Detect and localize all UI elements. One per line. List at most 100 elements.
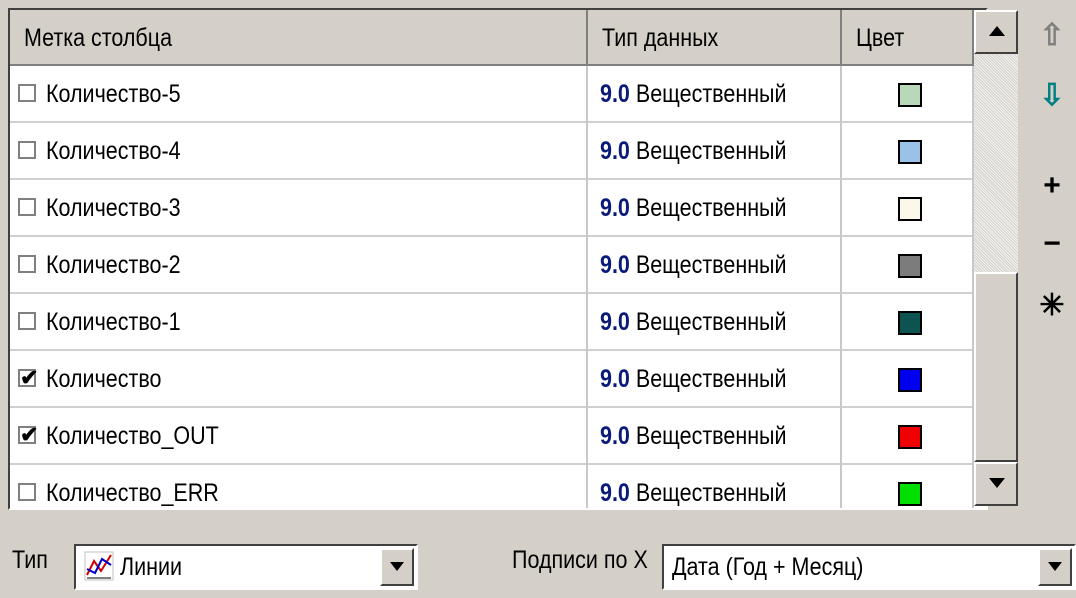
chart-type-select[interactable]: Линии <box>74 544 418 590</box>
scroll-down-button[interactable] <box>974 462 1018 506</box>
type-cell[interactable]: 9.0 Вещественный <box>588 180 842 237</box>
row-type: 9.0 Вещественный <box>600 180 787 237</box>
color-swatch[interactable] <box>898 254 922 278</box>
grid-header: Метка столбца Тип данных Цвет <box>10 10 986 66</box>
type-cell[interactable]: 9.0 Вещественный <box>588 66 842 123</box>
label-cell[interactable]: Количество-1 <box>10 294 588 351</box>
type-number: 9.0 <box>600 422 630 450</box>
label-cell[interactable]: ✔ Количество_OUT <box>10 408 588 465</box>
type-cell[interactable]: 9.0 Вещественный <box>588 294 842 351</box>
type-number: 9.0 <box>600 80 630 108</box>
column-header-type-text: Тип данных <box>602 24 719 52</box>
type-number: 9.0 <box>600 137 630 165</box>
color-swatch[interactable] <box>898 311 922 335</box>
add-icon[interactable]: + <box>1036 170 1068 202</box>
row-label: Количество_ERR <box>46 479 219 507</box>
color-cell[interactable] <box>842 180 974 237</box>
row-label: Количество-4 <box>46 137 181 165</box>
row-checkbox[interactable]: ✔ <box>18 365 38 390</box>
table-row[interactable]: ✔ Количество_OUT 9.0 Вещественный <box>10 408 986 465</box>
color-swatch[interactable] <box>898 83 922 107</box>
row-label: Количество-3 <box>46 194 181 222</box>
arrow-up-icon <box>989 26 1005 36</box>
color-cell[interactable] <box>842 351 974 408</box>
column-header-color-text: Цвет <box>856 24 905 52</box>
type-number: 9.0 <box>600 479 630 507</box>
color-cell[interactable] <box>842 66 974 123</box>
table-row[interactable]: Количество-3 9.0 Вещественный <box>10 180 986 237</box>
column-grid: Метка столбца Тип данных Цвет Количество… <box>8 8 988 510</box>
color-swatch[interactable] <box>898 425 922 449</box>
color-cell[interactable] <box>842 237 974 294</box>
type-cell[interactable]: 9.0 Вещественный <box>588 465 842 508</box>
color-swatch[interactable] <box>898 140 922 164</box>
row-checkbox[interactable] <box>18 141 36 159</box>
remove-icon[interactable]: − <box>1036 228 1068 260</box>
type-cell[interactable]: 9.0 Вещественный <box>588 408 842 465</box>
row-label: Количество-2 <box>46 251 181 279</box>
column-header-type[interactable]: Тип данных <box>588 10 842 66</box>
column-header-color[interactable]: Цвет <box>842 10 974 66</box>
type-number: 9.0 <box>600 251 630 279</box>
row-checkbox[interactable] <box>18 84 36 102</box>
type-cell[interactable]: 9.0 Вещественный <box>588 123 842 180</box>
chevron-down-icon <box>390 562 404 571</box>
row-checkbox[interactable] <box>18 483 36 501</box>
column-header-label[interactable]: Метка столбца <box>10 10 588 66</box>
table-row[interactable]: Количество-4 9.0 Вещественный <box>10 123 986 180</box>
scroll-track[interactable] <box>974 54 1018 272</box>
color-cell[interactable] <box>842 408 974 465</box>
table-row[interactable]: Количество-5 9.0 Вещественный <box>10 66 986 123</box>
label-cell[interactable]: Количество-5 <box>10 66 588 123</box>
move-up-icon[interactable]: ⇧ <box>1036 20 1068 52</box>
type-cell[interactable]: 9.0 Вещественный <box>588 237 842 294</box>
type-cell[interactable]: 9.0 Вещественный <box>588 351 842 408</box>
label-cell[interactable]: Количество-4 <box>10 123 588 180</box>
chart-type-dropdown-button[interactable] <box>380 548 414 586</box>
label-cell[interactable]: ✔ Количество <box>10 351 588 408</box>
xlabels-select[interactable]: Дата (Год + Месяц) <box>662 544 1076 590</box>
xlabels-value: Дата (Год + Месяц) <box>672 553 864 581</box>
row-type: 9.0 Вещественный <box>600 237 787 294</box>
color-swatch[interactable] <box>898 197 922 221</box>
row-checkbox[interactable] <box>18 255 36 273</box>
label-cell[interactable]: Количество-2 <box>10 237 588 294</box>
line-chart-icon <box>84 551 114 581</box>
row-type: 9.0 Вещественный <box>600 294 787 351</box>
row-checkbox[interactable] <box>18 198 36 216</box>
scroll-up-button[interactable] <box>974 10 1018 54</box>
table-row[interactable]: ✔ Количество 9.0 Вещественный <box>10 351 986 408</box>
vertical-scrollbar[interactable] <box>974 10 1020 508</box>
row-checkbox[interactable]: ✔ <box>18 422 38 447</box>
color-cell[interactable] <box>842 294 974 351</box>
type-text: Вещественный <box>635 422 787 450</box>
type-label: Тип <box>12 546 48 574</box>
type-number: 9.0 <box>600 194 630 222</box>
row-label: Количество <box>46 365 162 393</box>
scroll-thumb[interactable] <box>974 272 1018 462</box>
table-row[interactable]: Количество_ERR 9.0 Вещественный <box>10 465 986 508</box>
table-row[interactable]: Количество-1 9.0 Вещественный <box>10 294 986 351</box>
asterisk-icon[interactable]: ✳ <box>1036 290 1068 322</box>
type-text: Вещественный <box>635 194 787 222</box>
type-text: Вещественный <box>635 137 787 165</box>
color-cell[interactable] <box>842 465 974 508</box>
checkmark-icon: ✔ <box>20 365 39 390</box>
row-label: Количество-5 <box>46 80 181 108</box>
type-number: 9.0 <box>600 365 630 393</box>
xlabels-label: Подписи по X <box>512 546 648 574</box>
column-header-label-text: Метка столбца <box>24 24 173 52</box>
row-checkbox[interactable] <box>18 312 36 330</box>
type-text: Вещественный <box>635 251 787 279</box>
color-swatch[interactable] <box>898 482 922 506</box>
color-swatch[interactable] <box>898 368 922 392</box>
color-cell[interactable] <box>842 123 974 180</box>
move-down-icon[interactable]: ⇩ <box>1036 80 1068 112</box>
label-cell[interactable]: Количество_ERR <box>10 465 588 508</box>
type-text: Вещественный <box>635 308 787 336</box>
label-cell[interactable]: Количество-3 <box>10 180 588 237</box>
row-label: Количество-1 <box>46 308 181 336</box>
xlabels-dropdown-button[interactable] <box>1038 548 1072 586</box>
chart-type-value: Линии <box>120 553 183 581</box>
table-row[interactable]: Количество-2 9.0 Вещественный <box>10 237 986 294</box>
